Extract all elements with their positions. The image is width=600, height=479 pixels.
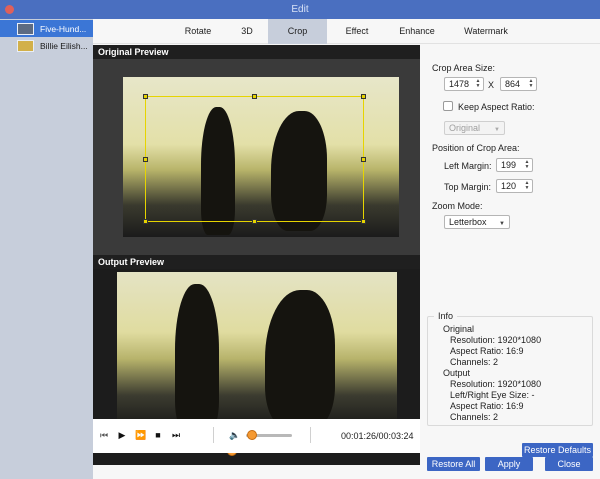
- top-margin-label: Top Margin:: [444, 182, 492, 192]
- crop-handle-top-left[interactable]: [143, 94, 148, 99]
- crop-handle-top-right[interactable]: [361, 94, 366, 99]
- left-margin-label: Left Margin:: [444, 161, 492, 171]
- crop-settings-panel: Crop Area Size: 1478 ▲ ▼ X 864 ▲ ▼ Keep As…: [420, 45, 600, 465]
- silhouette-woman: [265, 290, 335, 428]
- left-margin-value: 199: [501, 160, 517, 170]
- crop-handle-bottom-left[interactable]: [143, 219, 148, 224]
- preview-column: Original Preview Output Preview: [93, 45, 420, 465]
- file-item-five-hundred[interactable]: Five-Hund...: [0, 20, 93, 37]
- edit-tabs: Rotate 3D Crop Effect Enhance Watermark: [93, 19, 600, 44]
- original-resolution: Resolution: 1920*1080: [450, 335, 542, 345]
- original-preview: [93, 59, 420, 255]
- chevron-down-icon: ▼: [494, 127, 500, 133]
- restore-all-button[interactable]: Restore All: [427, 457, 480, 471]
- crop-handle-right[interactable]: [361, 157, 366, 162]
- crop-handle-bottom-right[interactable]: [361, 219, 366, 224]
- apply-button[interactable]: Apply: [485, 457, 533, 471]
- volume-thumb[interactable]: [246, 430, 257, 440]
- skip-end-icon[interactable]: ⏭: [171, 430, 181, 440]
- file-item-billie-eilish[interactable]: Billie Eilish...: [0, 37, 93, 54]
- restore-defaults-button[interactable]: Restore Defaults: [522, 443, 593, 457]
- edit-main-area: Rotate 3D Crop Effect Enhance Watermark …: [93, 19, 600, 479]
- crop-area-size-label: Crop Area Size:: [432, 63, 496, 73]
- output-preview: [93, 269, 420, 439]
- crop-width-stepper[interactable]: 1478 ▲ ▼: [444, 77, 484, 91]
- size-separator: X: [488, 80, 495, 90]
- zoom-mode-select[interactable]: Letterbox ▼: [444, 215, 510, 229]
- skip-start-icon[interactable]: ⏮: [99, 430, 109, 440]
- player-controls: ⏮ ▶ ⏩ ■ ⏭ 🔈 00:01:26/00:03:24: [93, 419, 420, 453]
- fast-forward-icon[interactable]: ⏩: [135, 430, 146, 440]
- keep-aspect-ratio-checkbox[interactable]: [443, 101, 453, 111]
- output-resolution: Resolution: 1920*1080: [450, 379, 542, 389]
- stepper-arrows-icon[interactable]: ▲ ▼: [524, 181, 530, 191]
- output-aspect-ratio: Aspect Ratio: 16:9: [450, 401, 524, 411]
- play-icon[interactable]: ▶: [117, 430, 127, 440]
- crop-handle-top[interactable]: [252, 94, 257, 99]
- position-label: Position of Crop Area:: [432, 143, 520, 153]
- volume-icon[interactable]: 🔈: [229, 430, 241, 440]
- crop-height-value: 864: [505, 79, 521, 89]
- tab-effect[interactable]: Effect: [327, 19, 387, 44]
- playback-time: 00:01:26/00:03:24: [341, 431, 414, 441]
- window-title: Edit: [291, 4, 309, 15]
- crop-handle-left[interactable]: [143, 157, 148, 162]
- aspect-ratio-value: Original: [449, 123, 481, 133]
- original-channels: Channels: 2: [450, 357, 499, 367]
- output-heading: Output: [443, 368, 471, 378]
- output-preview-header: Output Preview: [93, 255, 420, 269]
- output-channels: Channels: 2: [450, 412, 499, 422]
- silhouette-man: [175, 284, 219, 430]
- crop-width-value: 1478: [449, 79, 470, 89]
- file-item-label: Five-Hund...: [40, 24, 87, 34]
- close-button[interactable]: Close: [545, 457, 593, 471]
- tab-3d[interactable]: 3D: [226, 19, 268, 44]
- tab-rotate[interactable]: Rotate: [170, 19, 226, 44]
- stepper-arrows-icon[interactable]: ▲ ▼: [475, 79, 481, 89]
- divider: [213, 427, 214, 443]
- file-list-sidebar: Five-Hund... Billie Eilish...: [0, 19, 93, 479]
- tab-crop[interactable]: Crop: [268, 19, 327, 44]
- crop-area-rectangle[interactable]: [143, 94, 366, 224]
- tab-enhance[interactable]: Enhance: [387, 19, 447, 44]
- zoom-mode-value: Letterbox: [449, 217, 487, 227]
- output-eye-size: Left/Right Eye Size: -: [450, 390, 535, 400]
- stepper-arrows-icon[interactable]: ▲ ▼: [528, 79, 534, 89]
- tab-watermark[interactable]: Watermark: [447, 19, 525, 44]
- stepper-arrows-icon[interactable]: ▲ ▼: [524, 160, 530, 170]
- output-video-frame: [117, 272, 397, 430]
- top-margin-stepper[interactable]: 120 ▲ ▼: [496, 179, 533, 193]
- original-preview-header: Original Preview: [93, 45, 420, 59]
- aspect-ratio-select[interactable]: Original ▼: [444, 121, 505, 135]
- info-legend: Info: [434, 311, 458, 321]
- info-box: Info Original Resolution: 1920*1080 Aspe…: [427, 311, 593, 426]
- top-margin-value: 120: [501, 181, 517, 191]
- original-heading: Original: [443, 324, 475, 334]
- crop-height-stepper[interactable]: 864 ▲ ▼: [500, 77, 537, 91]
- crop-handle-bottom[interactable]: [252, 219, 257, 224]
- file-item-label: Billie Eilish...: [40, 41, 88, 51]
- left-margin-stepper[interactable]: 199 ▲ ▼: [496, 158, 533, 172]
- stop-icon[interactable]: ■: [153, 430, 163, 440]
- video-thumbnail-icon: [17, 23, 34, 35]
- title-bar: Edit: [0, 0, 600, 19]
- divider: [310, 427, 311, 443]
- video-thumbnail-icon: [17, 40, 34, 52]
- zoom-mode-label: Zoom Mode:: [432, 201, 483, 211]
- keep-aspect-ratio-label: Keep Aspect Ratio:: [458, 102, 535, 112]
- chevron-down-icon: ▼: [499, 221, 505, 227]
- original-aspect-ratio: Aspect Ratio: 16:9: [450, 346, 524, 356]
